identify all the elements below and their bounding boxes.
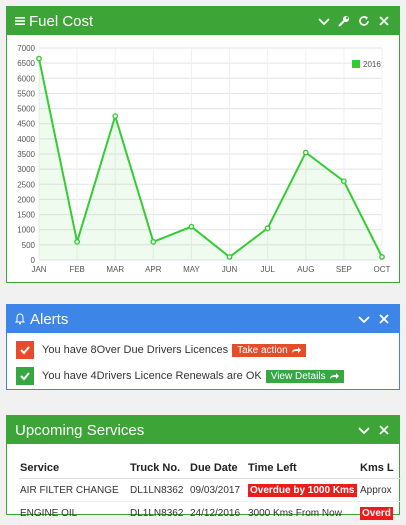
- upcoming-services-panel: Upcoming Services Service Truck No. Due …: [6, 415, 401, 525]
- overdue-badge: Overd: [360, 506, 393, 520]
- x-tick-label: AUG: [297, 265, 314, 274]
- x-tick-label: APR: [145, 265, 162, 274]
- legend-label: 2016: [363, 60, 381, 69]
- table-cell: AIR FILTER CHANGE: [19, 478, 129, 502]
- services-header: Upcoming Services: [7, 416, 399, 444]
- data-point: [74, 238, 81, 245]
- column-header[interactable]: Due Date: [189, 458, 247, 479]
- y-tick-label: 3500: [17, 150, 35, 159]
- chevron-down-icon[interactable]: [357, 312, 371, 326]
- x-tick-label: JUN: [222, 265, 238, 274]
- legend-swatch: [352, 60, 360, 68]
- y-tick-label: 1500: [17, 211, 35, 220]
- y-tick-label: 2500: [17, 180, 35, 189]
- data-point: [112, 113, 119, 120]
- table-cell: 3000 Kms From Now: [247, 501, 359, 525]
- table-cell: Overd: [359, 501, 401, 525]
- share-arrow-icon: [329, 373, 339, 379]
- chevron-down-icon[interactable]: [357, 423, 371, 437]
- y-tick-label: 1000: [17, 226, 35, 235]
- x-tick-label: FEB: [69, 265, 85, 274]
- data-point: [188, 223, 195, 230]
- alerts-panel: Alerts You have 8Over Due Drivers Licenc…: [6, 304, 400, 390]
- bell-icon: [15, 313, 25, 325]
- take-action-label: Take action: [237, 344, 288, 356]
- data-point: [302, 149, 309, 156]
- fuel-cost-chart: 0 500 1000 1500 2000 2500 3000 3500 4000 4500 5000…: [17, 44, 391, 274]
- data-point: [264, 225, 271, 232]
- data-point: [226, 254, 233, 260]
- y-tick-label: 3000: [17, 165, 35, 174]
- y-tick-label: 5000: [17, 105, 35, 114]
- close-icon[interactable]: [377, 14, 391, 28]
- data-point: [150, 238, 157, 245]
- table-header-row: Service Truck No. Due Date Time Left Kms…: [19, 458, 401, 479]
- column-header[interactable]: Service: [19, 458, 129, 479]
- alerts-header: Alerts: [7, 305, 399, 333]
- alerts-title: Alerts: [30, 310, 69, 328]
- table-cell: 24/12/2016: [189, 501, 247, 525]
- table-row[interactable]: AIR FILTER CHANGE DL1LN8362 09/03/2017 O…: [19, 478, 401, 502]
- data-point: [340, 178, 347, 185]
- close-icon[interactable]: [377, 312, 391, 326]
- check-icon: [16, 367, 34, 385]
- view-details-label: View Details: [270, 370, 326, 382]
- y-tick-label: 2000: [17, 195, 35, 204]
- close-icon[interactable]: [377, 423, 391, 437]
- menu-icon[interactable]: [15, 16, 25, 26]
- check-icon: [16, 341, 34, 359]
- y-tick-label: 6000: [17, 74, 35, 83]
- x-tick-label: OCT: [374, 265, 391, 274]
- table-cell: DL1LN8362: [129, 501, 189, 525]
- y-tick-label: 4500: [17, 120, 35, 129]
- overdue-badge: Overdue by 1000 Kms: [248, 483, 357, 497]
- y-tick-label: 500: [22, 241, 36, 250]
- y-tick-label: 0: [31, 256, 36, 265]
- services-table: Service Truck No. Due Date Time Left Kms…: [19, 458, 401, 525]
- alert-text: You have 8Over Due Drivers Licences: [42, 344, 229, 356]
- table-cell: 09/03/2017: [189, 478, 247, 502]
- data-point: [36, 55, 42, 62]
- y-tick-label: 7000: [17, 44, 35, 53]
- fuel-cost-title: Fuel Cost: [29, 12, 94, 30]
- column-header[interactable]: Time Left: [247, 458, 359, 479]
- fuel-cost-panel: Fuel Cost 0 500 1000 1500 2000 2500 3000 3500 40…: [6, 6, 400, 283]
- table-row[interactable]: ENGINE OIL DL1LN8362 24/12/2016 3000 Kms…: [19, 501, 401, 525]
- fuel-cost-header: Fuel Cost: [7, 7, 399, 35]
- services-title: Upcoming Services: [15, 421, 145, 439]
- x-tick-label: JAN: [31, 265, 46, 274]
- table-cell: Approx: [359, 478, 401, 502]
- alert-text: You have 4Drivers Licence Renewals are O…: [42, 370, 262, 382]
- share-arrow-icon: [291, 347, 301, 353]
- y-tick-label: 4000: [17, 135, 35, 144]
- alert-item: You have 4Drivers Licence Renewals are O…: [7, 365, 399, 387]
- table-cell: DL1LN8362: [129, 478, 189, 502]
- chevron-down-icon[interactable]: [317, 14, 331, 28]
- take-action-button[interactable]: Take action: [232, 343, 306, 357]
- table-cell: ENGINE OIL: [19, 501, 129, 525]
- column-header[interactable]: Kms L: [359, 458, 401, 479]
- x-tick-label: JUL: [261, 265, 276, 274]
- x-tick-label: MAY: [183, 265, 200, 274]
- x-tick-label: SEP: [336, 265, 352, 274]
- x-tick-label: MAR: [106, 265, 124, 274]
- y-tick-label: 5500: [17, 89, 35, 98]
- data-point: [379, 254, 385, 260]
- refresh-icon[interactable]: [357, 14, 371, 28]
- table-cell: Overdue by 1000 Kms: [247, 478, 359, 502]
- wrench-icon[interactable]: [337, 14, 351, 28]
- view-details-button[interactable]: View Details: [265, 369, 344, 383]
- y-tick-label: 6500: [17, 59, 35, 68]
- alert-item: You have 8Over Due Drivers Licences Take…: [7, 339, 399, 361]
- column-header[interactable]: Truck No.: [129, 458, 189, 479]
